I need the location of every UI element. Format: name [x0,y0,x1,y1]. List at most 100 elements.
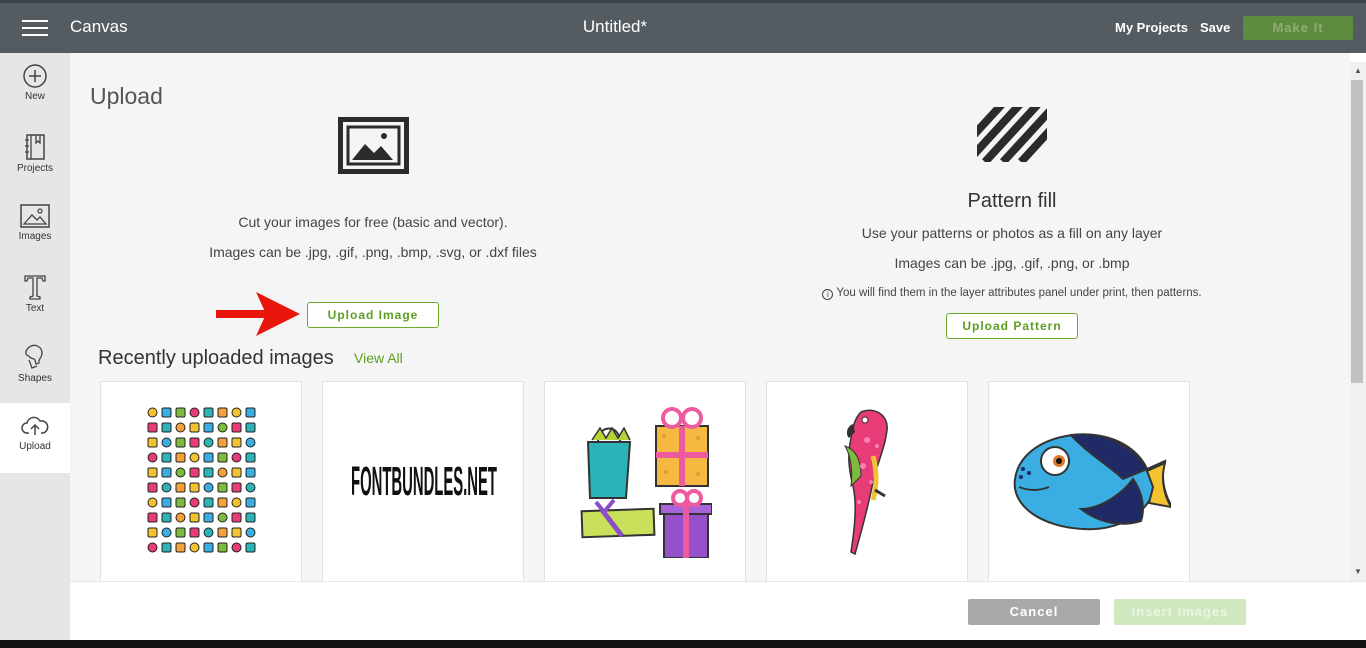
recent-uploads-heading: Recently uploaded images [98,347,334,369]
sidebar-item-shapes[interactable]: Shapes [0,333,70,403]
icon-set-glyph [189,482,200,493]
icon-set-glyph [161,512,172,523]
icon-set-glyph [161,452,172,463]
icon-set-glyph [189,497,200,508]
icon-set-glyph [217,452,228,463]
icon-set-glyph [175,467,186,478]
icon-set-glyph [203,407,214,418]
image-formats: Images can be .jpg, .gif, .png, .bmp, .s… [209,244,537,260]
cancel-button[interactable]: Cancel [968,599,1100,625]
icon-set-glyph [189,467,200,478]
icon-set-glyph [203,422,214,433]
icon-set-glyph [245,452,256,463]
fish-thumbnail [1013,433,1171,531]
icon-set-thumbnail [147,407,256,553]
recent-image-fontbundles[interactable]: FONTBUNDLES.NET [322,381,524,591]
icon-set-glyph [175,437,186,448]
page-title: Upload [90,83,163,109]
upload-pattern-button[interactable]: Upload Pattern [946,313,1078,339]
icon-set-glyph [161,527,172,538]
info-icon: i [822,289,834,300]
icon-set-glyph [189,422,200,433]
upload-image-icon [338,117,409,174]
icon-set-glyph [147,512,158,523]
icon-set-glyph [245,437,256,448]
sidebar-item-new[interactable]: New [0,53,70,123]
icon-set-glyph [245,422,256,433]
icon-set-glyph [147,422,158,433]
icon-set-glyph [147,467,158,478]
pattern-info: i You will find them in the layer attribu… [812,287,1212,300]
icon-set-glyph [175,407,186,418]
icon-set-glyph [175,482,186,493]
icon-set-glyph [161,542,172,553]
text-icon [24,275,46,300]
icon-set-glyph [189,407,200,418]
image-description: Cut your images for free (basic and vect… [238,214,508,230]
icon-set-glyph [217,482,228,493]
icon-set-glyph [203,527,214,538]
icon-set-glyph [203,437,214,448]
recent-image-icon-set[interactable] [100,381,302,591]
sidebar-item-upload[interactable]: Upload [0,403,70,473]
icon-set-glyph [217,467,228,478]
sidebar-item-text[interactable]: Text [0,263,70,333]
recent-image-parrot[interactable] [766,381,968,591]
scroll-down-icon[interactable]: ▼ [1350,565,1366,579]
icon-set-glyph [175,497,186,508]
icon-set-glyph [203,482,214,493]
icon-set-glyph [217,437,228,448]
cloud-upload-icon [21,416,49,435]
icon-set-glyph [245,512,256,523]
icon-set-glyph [245,467,256,478]
icon-set-glyph [245,542,256,553]
sidebar-item-label: Images [18,231,52,242]
save-button[interactable]: Save [1200,20,1230,35]
icon-set-glyph [147,437,158,448]
icon-set-glyph [245,497,256,508]
scroll-up-icon[interactable]: ▲ [1350,64,1366,78]
icon-set-glyph [231,482,242,493]
icon-set-glyph [147,407,158,418]
fontbundles-thumbnail: FONTBUNDLES.NET [351,459,497,504]
scrollbar-thumb[interactable] [1351,80,1363,383]
make-it-button[interactable]: Make It [1243,16,1353,40]
icon-set-glyph [217,527,228,538]
icon-set-glyph [189,437,200,448]
pattern-fill-icon [977,107,1047,162]
icon-set-glyph [147,482,158,493]
icon-set-glyph [175,527,186,538]
upload-image-button[interactable]: Upload Image [307,302,439,328]
icon-set-glyph [231,497,242,508]
parrot-thumbnail [843,409,888,556]
icon-set-glyph [161,422,172,433]
recent-image-gifts[interactable] [544,381,746,591]
icon-set-glyph [245,527,256,538]
icon-set-glyph [217,497,228,508]
image-icon [20,204,50,228]
icon-set-glyph [203,467,214,478]
recent-image-fish[interactable] [988,381,1190,591]
icon-set-glyph [203,497,214,508]
insert-images-button[interactable]: Insert Images [1114,599,1246,625]
icon-set-glyph [217,512,228,523]
icon-set-glyph [231,422,242,433]
sidebar-item-label: Shapes [18,373,52,384]
book-icon [25,134,45,160]
icon-set-glyph [161,467,172,478]
gifts-thumbnail [580,407,712,558]
document-title[interactable]: Untitled* [0,17,1230,37]
icon-set-glyph [245,407,256,418]
view-all-link[interactable]: View All [354,350,403,366]
icon-set-glyph [231,407,242,418]
pattern-description: Use your patterns or photos as a fill on… [861,225,1163,241]
sidebar-item-projects[interactable]: Projects [0,123,70,193]
icon-set-glyph [231,452,242,463]
plus-circle-icon [23,64,47,88]
my-projects-link[interactable]: My Projects [1115,20,1188,35]
os-taskbar [0,640,1366,648]
icon-set-glyph [189,512,200,523]
icon-set-glyph [175,512,186,523]
sidebar-item-images[interactable]: Images [0,193,70,263]
red-arrow-icon [216,292,300,336]
